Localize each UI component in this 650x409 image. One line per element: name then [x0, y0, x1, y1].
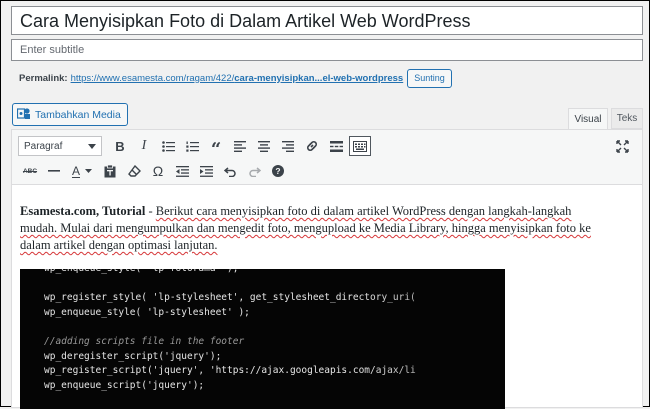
text-color-icon[interactable]: A — [66, 160, 98, 182]
special-character-icon[interactable]: Ω — [146, 160, 170, 182]
clear-formatting-icon[interactable] — [122, 160, 146, 182]
read-more-icon[interactable] — [324, 135, 348, 157]
code-screenshot-image[interactable]: wp_enqueue_style( 'lp-fotorama' ); wp_re… — [20, 269, 505, 409]
toolbar-row-2: ABC A Ω ? — [18, 159, 290, 183]
bold-icon[interactable]: B — [108, 135, 132, 157]
help-icon[interactable]: ? — [266, 160, 290, 182]
tab-visual[interactable]: Visual — [568, 108, 608, 129]
chevron-down-icon — [88, 141, 96, 152]
permalink-label: Permalink: — [19, 72, 68, 84]
format-select-value: Paragraf — [24, 140, 63, 152]
fullscreen-icon[interactable] — [610, 135, 634, 157]
permalink-bar: Permalink: https://www.esamesta.com/raga… — [19, 68, 452, 88]
content-line-3: dalam artikel dengan optimasi lanjutan. — [20, 238, 218, 252]
permalink-url-slug: cara-menyisipkan...el-web-wordpress — [234, 72, 404, 84]
bulleted-list-icon[interactable] — [156, 135, 180, 157]
content-paragraph-1: Berikut cara menyisipkan foto di dalam a… — [155, 204, 572, 218]
strikethrough-icon[interactable]: ABC — [18, 160, 42, 182]
outdent-icon[interactable] — [170, 160, 194, 182]
italic-icon[interactable]: I — [132, 135, 156, 157]
numbered-list-icon[interactable] — [180, 135, 204, 157]
edit-permalink-button[interactable]: Sunting — [407, 68, 452, 88]
content-line-1: Esamesta.com, Tutorial - Berikut cara me… — [20, 203, 632, 220]
post-editor: Cara Menyisipkan Foto di Dalam Artikel W… — [0, 0, 650, 409]
add-media-icon — [16, 107, 31, 123]
format-select[interactable]: Paragraf — [18, 136, 102, 156]
editor-toolbar: Paragraf B I “ ABC A Ω ? — [12, 130, 642, 185]
permalink-link[interactable]: https://www.esamesta.com/ragam/422/cara-… — [71, 73, 404, 84]
permalink-url-base: https://www.esamesta.com/ragam/422/ — [70, 72, 235, 84]
svg-text:?: ? — [275, 166, 280, 176]
redo-icon[interactable] — [242, 160, 266, 182]
align-right-icon[interactable] — [276, 135, 300, 157]
post-content[interactable]: Esamesta.com, Tutorial - Berikut cara me… — [20, 203, 632, 254]
indent-icon[interactable] — [194, 160, 218, 182]
content-line-2: mudah. Mulai dari mengumpulkan dan menge… — [20, 221, 591, 235]
content-dash: - — [145, 204, 156, 218]
add-media-button[interactable]: Tambahkan Media — [12, 103, 128, 126]
editor-area: Paragraf B I “ ABC A Ω ? Esamesta.com, T… — [11, 129, 643, 409]
code-lines: wp_enqueue_style( 'lp-fotorama' ); wp_re… — [20, 269, 416, 409]
image-fade-overlay — [355, 269, 505, 409]
link-icon[interactable] — [300, 135, 324, 157]
toolbar-row-1: Paragraf B I “ — [18, 134, 371, 159]
content-lead: Esamesta.com, Tutorial — [20, 204, 146, 218]
paste-text-icon[interactable] — [98, 160, 122, 182]
blockquote-icon[interactable]: “ — [204, 135, 228, 159]
subtitle-input[interactable]: Enter subtitle — [11, 39, 643, 61]
post-title-input[interactable]: Cara Menyisipkan Foto di Dalam Artikel W… — [11, 6, 643, 35]
align-left-icon[interactable] — [228, 135, 252, 157]
horizontal-line-icon[interactable] — [42, 160, 66, 182]
undo-icon[interactable] — [218, 160, 242, 182]
add-media-label: Tambahkan Media — [35, 108, 121, 121]
tab-text[interactable]: Teks — [611, 108, 643, 129]
toolbar-toggle-icon[interactable] — [349, 136, 371, 156]
align-center-icon[interactable] — [252, 135, 276, 157]
